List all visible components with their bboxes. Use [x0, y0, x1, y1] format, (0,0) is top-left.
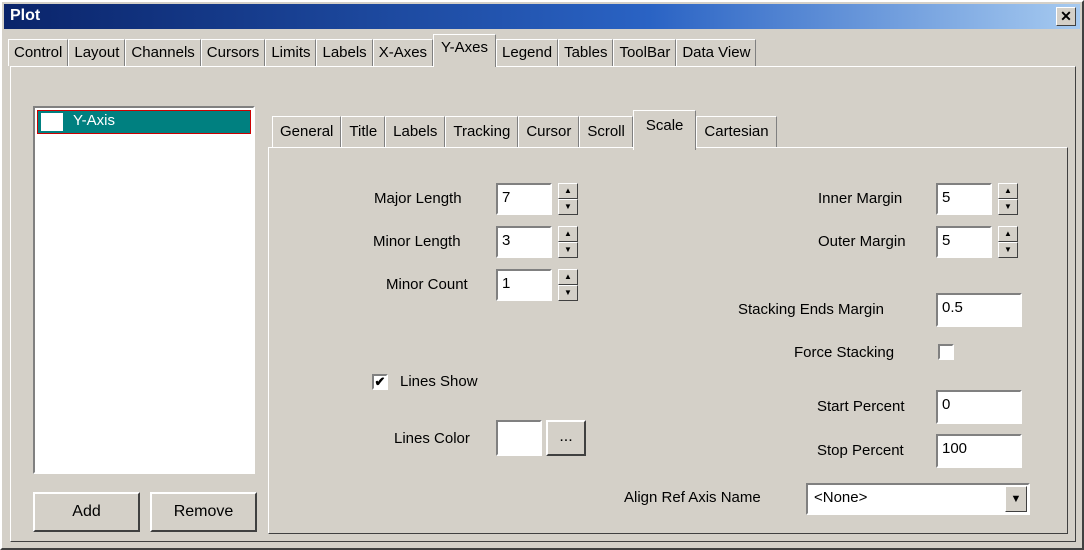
tab-toolbar[interactable]: ToolBar	[613, 39, 677, 66]
tab-limits[interactable]: Limits	[265, 39, 317, 66]
lines-show-checkbox[interactable]: ✔	[372, 374, 388, 390]
stacking-ends-margin-field[interactable]: 0.5	[936, 293, 1022, 327]
close-button[interactable]: ✕	[1056, 7, 1076, 26]
minor-count-spinner[interactable]: ▲ ▼	[558, 269, 578, 301]
align-ref-axis-select[interactable]: <None> ▼	[806, 483, 1030, 515]
major-length-label: Major Length	[374, 190, 462, 207]
spin-down-icon[interactable]: ▼	[998, 242, 1018, 258]
spin-down-icon[interactable]: ▼	[558, 285, 578, 301]
minor-length-label: Minor Length	[373, 233, 461, 250]
spin-down-icon[interactable]: ▼	[558, 199, 578, 215]
stop-percent-field[interactable]: 100	[936, 434, 1022, 468]
tab-layout[interactable]: Layout	[68, 39, 126, 66]
tab-tables[interactable]: Tables	[558, 39, 614, 66]
chevron-down-icon[interactable]: ▼	[1005, 486, 1027, 512]
align-ref-axis-label: Align Ref Axis Name	[624, 489, 761, 506]
lines-show-label: Lines Show	[400, 373, 478, 390]
outer-margin-label: Outer Margin	[818, 233, 906, 250]
align-ref-axis-value: <None>	[814, 489, 868, 506]
subtab-scale[interactable]: Scale	[632, 110, 697, 150]
plot-window: Plot ✕ Control Layout Channels Cursors L…	[0, 0, 1084, 550]
tab-y-axes[interactable]: Y-Axes	[433, 34, 497, 67]
spin-down-icon[interactable]: ▼	[558, 242, 578, 258]
title-bar[interactable]: Plot ✕	[4, 4, 1080, 29]
spin-up-icon[interactable]: ▲	[998, 183, 1018, 199]
main-tab-strip: Control Layout Channels Cursors Limits L…	[8, 34, 757, 67]
minor-count-field[interactable]: 1	[496, 269, 552, 301]
spin-up-icon[interactable]: ▲	[558, 269, 578, 285]
force-stacking-label: Force Stacking	[794, 344, 895, 361]
stacking-ends-margin-label: Stacking Ends Margin	[738, 301, 884, 318]
window-title: Plot	[10, 7, 41, 24]
tab-legend[interactable]: Legend	[496, 39, 559, 66]
inner-margin-label: Inner Margin	[818, 190, 903, 207]
tab-cursors[interactable]: Cursors	[200, 39, 266, 66]
force-stacking-checkbox[interactable]	[938, 344, 954, 360]
lines-color-swatch[interactable]	[496, 420, 542, 456]
major-length-spinner[interactable]: ▲ ▼	[558, 183, 578, 215]
outer-margin-field[interactable]: 5	[936, 226, 992, 258]
tab-labels[interactable]: Labels	[316, 39, 373, 66]
inner-margin-spinner[interactable]: ▲ ▼	[998, 183, 1018, 215]
inner-margin-field[interactable]: 5	[936, 183, 992, 215]
minor-length-field[interactable]: 3	[496, 226, 552, 258]
lines-color-picker-button[interactable]: ...	[546, 420, 586, 456]
minor-length-spinner[interactable]: ▲ ▼	[558, 226, 578, 258]
stop-percent-label: Stop Percent	[817, 442, 904, 459]
major-length-field[interactable]: 7	[496, 183, 552, 215]
tab-channels[interactable]: Channels	[125, 39, 201, 66]
start-percent-field[interactable]: 0	[936, 390, 1022, 424]
outer-margin-spinner[interactable]: ▲ ▼	[998, 226, 1018, 258]
spin-up-icon[interactable]: ▲	[998, 226, 1018, 242]
spin-up-icon[interactable]: ▲	[558, 183, 578, 199]
tab-control[interactable]: Control	[8, 39, 69, 66]
tab-x-axes[interactable]: X-Axes	[372, 39, 434, 66]
tab-data-view[interactable]: Data View	[676, 39, 757, 66]
spin-up-icon[interactable]: ▲	[558, 226, 578, 242]
spin-down-icon[interactable]: ▼	[998, 199, 1018, 215]
start-percent-label: Start Percent	[817, 398, 905, 415]
minor-count-label: Minor Count	[386, 276, 468, 293]
lines-color-label: Lines Color	[394, 430, 470, 447]
